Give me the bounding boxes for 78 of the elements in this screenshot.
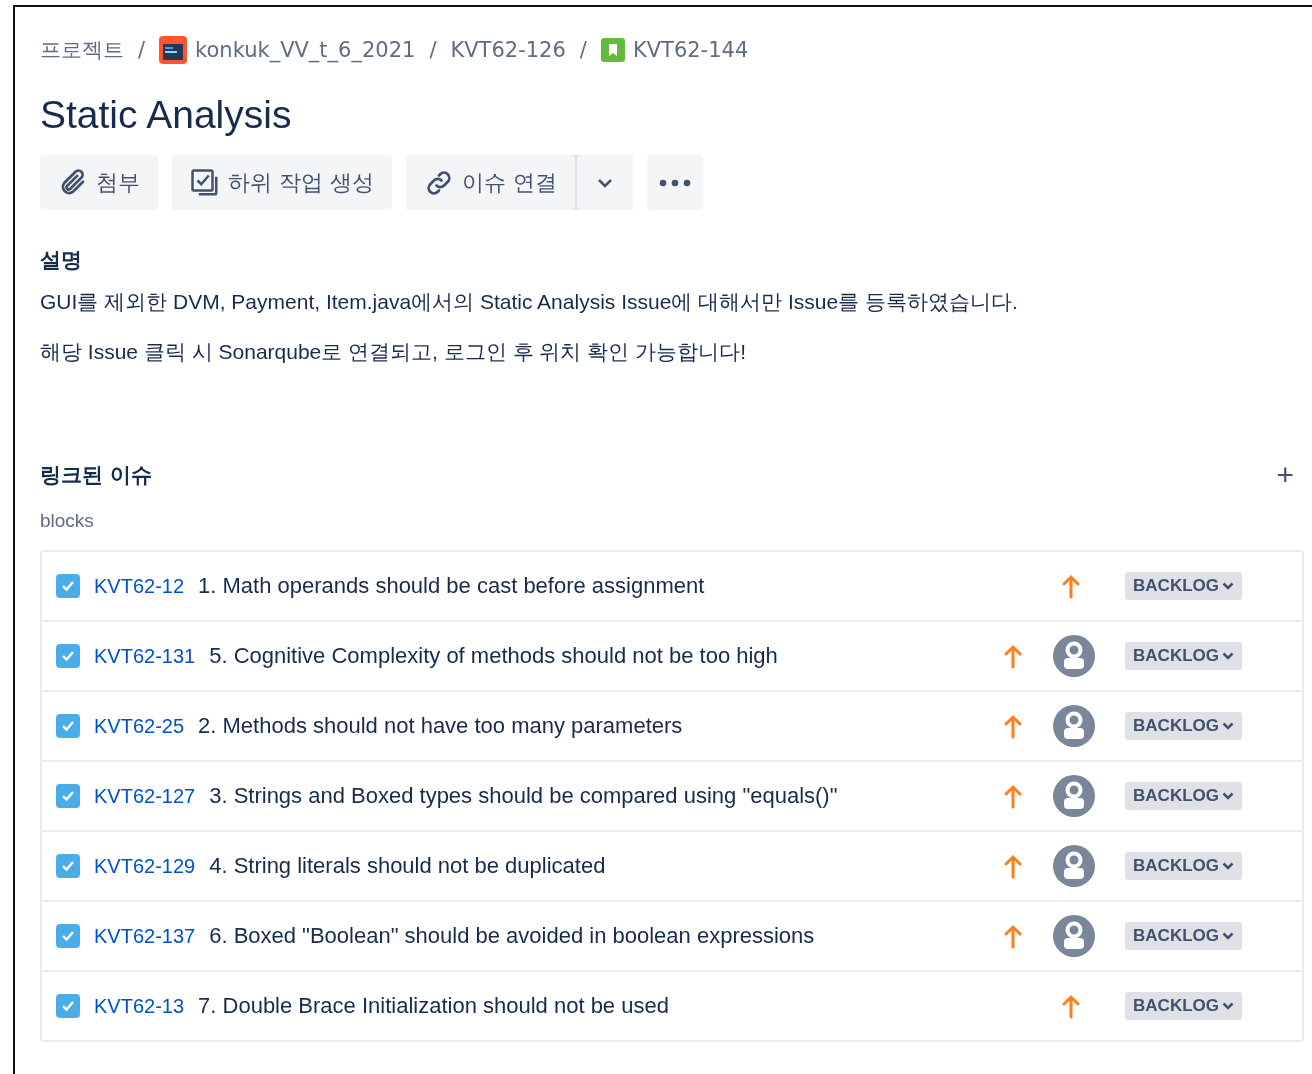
description-text: 해당 Issue 클릭 시 Sonarqube로 연결되고, 로그인 후 위치 확인 가능합니다! bbox=[40, 339, 747, 365]
section-heading: 설명 bbox=[40, 247, 83, 274]
subtask-icon bbox=[190, 167, 220, 198]
issue-title: Static Analysis bbox=[40, 93, 293, 137]
issue-summary: 5. Cognitive Complexity of methods should not be too high bbox=[209, 643, 779, 669]
chevron-down-icon bbox=[597, 177, 613, 188]
attach-button[interactable]: 첨부 bbox=[40, 155, 158, 210]
breadcrumb-link[interactable]: konkuk_VV_t_6_2021 bbox=[195, 38, 416, 62]
up-arrow-icon bbox=[1003, 713, 1024, 739]
checkbox[interactable] bbox=[56, 784, 80, 808]
link-issue-button[interactable]: 이슈 연결 bbox=[406, 155, 575, 210]
breadcrumb-link[interactable]: KVT62-144 bbox=[632, 38, 749, 62]
issue-key-link[interactable]: KVT62-129 bbox=[94, 854, 196, 878]
more-button[interactable] bbox=[647, 155, 703, 210]
create-subtask-button[interactable]: 하위 작업 생성 bbox=[172, 155, 392, 210]
project-icon bbox=[159, 36, 188, 64]
checkbox[interactable] bbox=[56, 854, 80, 878]
issue-summary: 7. Double Brace Initialization should not be used bbox=[198, 993, 670, 1019]
issue-key-link[interactable]: KVT62-131 bbox=[94, 644, 196, 668]
link-type-label: blocks bbox=[40, 510, 95, 532]
chevron-down-icon bbox=[1222, 652, 1234, 660]
checkbox[interactable] bbox=[56, 644, 80, 668]
more-icon bbox=[659, 178, 691, 187]
avatar-icon[interactable] bbox=[1053, 635, 1096, 677]
breadcrumb-separator: / bbox=[429, 38, 437, 62]
up-arrow-icon bbox=[1061, 993, 1082, 1019]
bookmark-icon bbox=[600, 38, 625, 62]
issue-key-link[interactable]: KVT62-12 bbox=[94, 574, 185, 598]
chevron-down-icon bbox=[1222, 722, 1234, 730]
check-icon bbox=[61, 1000, 75, 1012]
breadcrumb-separator: / bbox=[138, 38, 146, 62]
breadcrumb-separator: / bbox=[579, 38, 587, 62]
up-arrow-icon bbox=[1003, 643, 1024, 669]
issue-summary: 1. Math operands should be cast before assignment bbox=[198, 573, 706, 599]
issue-summary: 3. Strings and Boxed types should be compared using "equals()" bbox=[209, 783, 839, 809]
issue-key-link[interactable]: KVT62-13 bbox=[94, 994, 185, 1018]
chevron-down-icon bbox=[1222, 792, 1234, 800]
status-dropdown[interactable]: BACKLOG bbox=[1125, 922, 1242, 950]
issue-summary: 2. Methods should not have too many parameters bbox=[198, 713, 684, 739]
check-icon bbox=[61, 720, 75, 732]
checkbox[interactable] bbox=[56, 994, 80, 1018]
check-icon bbox=[61, 650, 75, 662]
up-arrow-icon bbox=[1003, 853, 1024, 879]
issue-key-link[interactable]: KVT62-25 bbox=[94, 714, 185, 738]
dropdown-button[interactable] bbox=[577, 155, 633, 210]
issue-key-link[interactable]: KVT62-127 bbox=[94, 784, 196, 808]
avatar-icon[interactable] bbox=[1053, 705, 1096, 747]
description-text: GUI를 제외한 DVM, Payment, Item.java에서의 Static Analysis Issue에 대해서만 Issue를 등록하였습니다. bbox=[40, 289, 1019, 315]
chevron-down-icon bbox=[1222, 1002, 1234, 1010]
chevron-down-icon bbox=[1222, 932, 1234, 940]
status-dropdown[interactable]: BACKLOG bbox=[1125, 782, 1242, 810]
issue-key-link[interactable]: KVT62-137 bbox=[94, 924, 196, 948]
status-dropdown[interactable]: BACKLOG bbox=[1125, 852, 1242, 880]
chevron-down-icon bbox=[1222, 862, 1234, 870]
checkbox[interactable] bbox=[56, 924, 80, 948]
breadcrumb-link[interactable]: 프로젝트 bbox=[40, 36, 124, 64]
status-dropdown[interactable]: BACKLOG bbox=[1125, 712, 1242, 740]
up-arrow-icon bbox=[1003, 783, 1024, 809]
checkbox[interactable] bbox=[56, 714, 80, 738]
breadcrumb-link[interactable]: KVT62-126 bbox=[450, 38, 566, 62]
section-heading: 링크된 이슈 bbox=[40, 462, 153, 489]
up-arrow-icon bbox=[1003, 923, 1024, 949]
issue-summary: 6. Boxed "Boolean" should be avoided in boolean expressions bbox=[209, 923, 816, 949]
check-icon bbox=[61, 930, 75, 942]
avatar-icon[interactable] bbox=[1053, 915, 1096, 957]
check-icon bbox=[61, 580, 75, 592]
status-dropdown[interactable]: BACKLOG bbox=[1125, 572, 1242, 600]
up-arrow-icon bbox=[1061, 573, 1082, 599]
check-icon bbox=[61, 860, 75, 872]
avatar-icon[interactable] bbox=[1053, 775, 1096, 817]
avatar-icon[interactable] bbox=[1053, 845, 1096, 887]
checkbox[interactable] bbox=[56, 574, 80, 598]
check-icon bbox=[61, 790, 75, 802]
issue-summary: 4. String literals should not be duplicated bbox=[209, 853, 607, 879]
status-dropdown[interactable]: BACKLOG bbox=[1125, 992, 1242, 1020]
chevron-down-icon bbox=[1222, 582, 1234, 590]
status-dropdown[interactable]: BACKLOG bbox=[1125, 642, 1242, 670]
add-link-button[interactable]: + bbox=[1272, 458, 1298, 492]
